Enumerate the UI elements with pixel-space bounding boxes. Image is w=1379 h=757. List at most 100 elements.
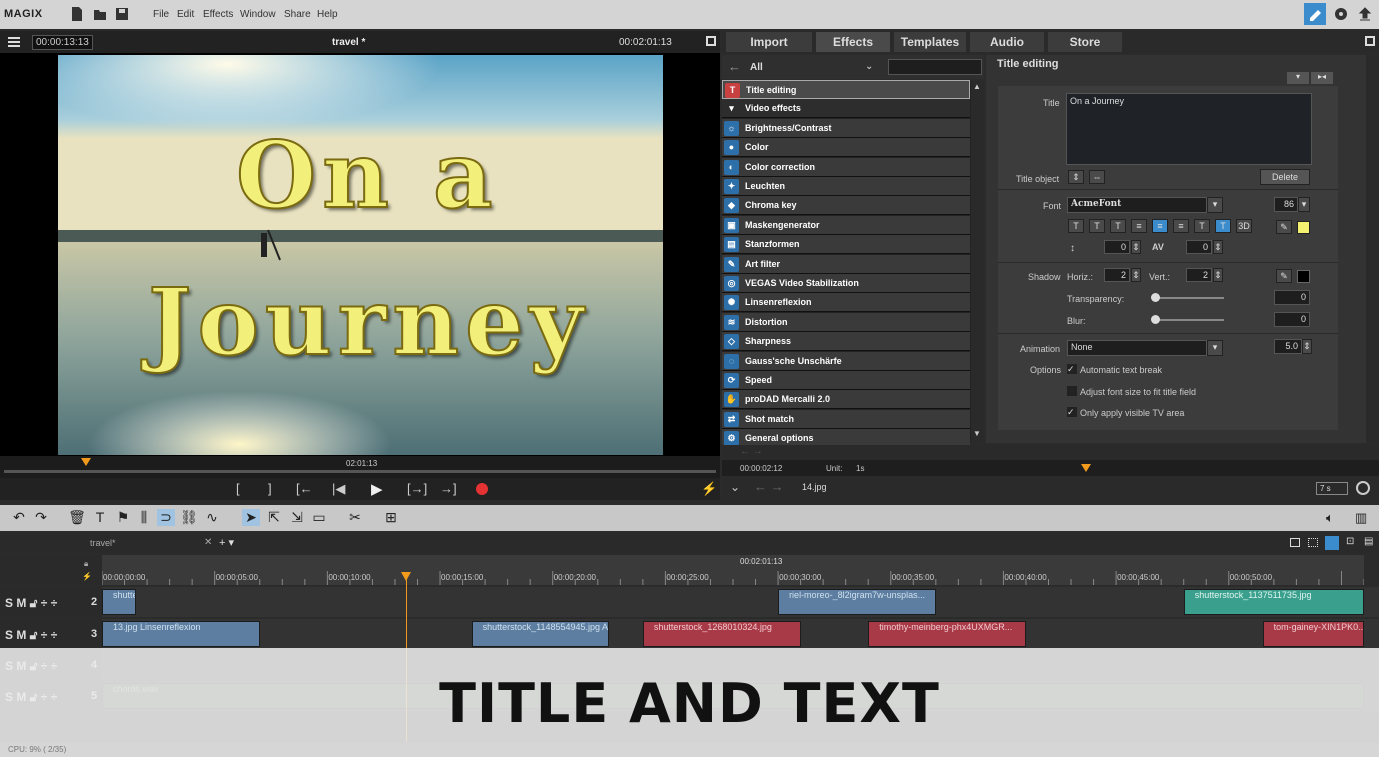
effect-item[interactable]: ◌ Gauss'sche Unschärfe [722, 351, 970, 371]
scrub-track[interactable] [4, 470, 716, 473]
effect-item[interactable]: ▾ Video effects [722, 99, 970, 119]
text-style-button[interactable]: T [1089, 219, 1105, 233]
project-tab[interactable]: travel* [90, 538, 116, 548]
effect-item[interactable]: ▤ Stanzformen [722, 235, 970, 255]
center-vertical-icon[interactable]: ⇕ [1068, 170, 1084, 184]
pointer-group-icon[interactable]: ⇲ [288, 509, 306, 526]
preview-scrubber[interactable]: 02:01:13 [0, 456, 720, 478]
transparency-slider-knob[interactable] [1151, 293, 1160, 302]
scrub-marker[interactable] [81, 458, 91, 466]
chevron-down-icon[interactable]: ⌄ [865, 61, 873, 72]
title-text-input[interactable]: On a Journey [1066, 93, 1312, 165]
effect-item[interactable]: ✎ Art filter [722, 254, 970, 274]
timeline-clip[interactable]: tom-gainey-XIN1PK0... [1262, 621, 1364, 647]
font-size-input[interactable]: 86 [1274, 197, 1298, 212]
timeline-menu-icon[interactable]: ▤ [1364, 536, 1373, 547]
cut-icon[interactable]: ✂ [346, 509, 364, 526]
maximize-panel-icon[interactable] [1365, 36, 1375, 46]
layout-storyboard-icon[interactable]: ⊡ [1346, 536, 1354, 547]
undo-icon[interactable]: ↶ [10, 509, 28, 526]
overlay-title-line2[interactable]: Journey [147, 271, 589, 373]
lightning-icon[interactable]: ⚡ [701, 481, 717, 497]
shadow-eyedropper-icon[interactable]: ✎ [1276, 269, 1292, 283]
effect-item[interactable]: ● Color [722, 138, 970, 158]
split-icon[interactable]: ⫼ [135, 509, 153, 526]
maximize-preview-icon[interactable] [706, 36, 716, 46]
navigation-arrows-icon[interactable]: ← → [754, 479, 784, 494]
eyedropper-icon[interactable]: ✎ [1276, 220, 1292, 234]
hamburger-menu-icon[interactable] [8, 36, 20, 48]
back-arrow-icon[interactable]: ← → [740, 446, 763, 457]
tab-effects[interactable]: Effects [816, 32, 890, 52]
timeline-track[interactable]: S M 🔓︎ ÷ ÷ 3 13.jpg Linsenreflexion shutter… [0, 619, 1379, 649]
duration-field[interactable]: 7 s [1316, 482, 1348, 495]
animation-select[interactable]: None [1067, 340, 1207, 356]
redo-icon[interactable]: ↷ [32, 509, 50, 526]
layout-grid-icon[interactable] [1308, 538, 1318, 547]
animation-duration-stepper[interactable]: ⇕ [1302, 339, 1312, 354]
text-style-button[interactable]: ≡ [1152, 219, 1168, 233]
char-spacing-stepper[interactable]: ⇕ [1213, 240, 1223, 254]
delete-button[interactable]: Delete [1260, 169, 1310, 185]
mark-out-button[interactable]: ] [268, 481, 272, 496]
menu-file[interactable]: File [153, 9, 169, 20]
shadow-horizontal-input[interactable]: 2 [1104, 268, 1130, 282]
text-style-button[interactable]: ≡ [1173, 219, 1189, 233]
marker-icon[interactable]: ⚑ [114, 509, 132, 526]
menu-help[interactable]: Help [317, 9, 338, 20]
font-color-swatch[interactable] [1297, 221, 1310, 234]
timeline-clip[interactable]: shutterst... [102, 589, 136, 615]
timeline-clip[interactable]: shutterstock_1268010324.jpg [642, 621, 801, 647]
effects-search-input[interactable] [888, 59, 982, 75]
shadow-vertical-input[interactable]: 2 [1186, 268, 1212, 282]
text-style-button[interactable]: ≡ [1131, 219, 1147, 233]
volume-icon[interactable]: 🔈︎ [1326, 510, 1334, 526]
new-file-icon[interactable] [70, 6, 86, 22]
menu-share[interactable]: Share [284, 9, 311, 20]
title-panel-scrollbar[interactable] [1366, 55, 1379, 443]
tv-area-checkbox[interactable]: ✓ [1067, 407, 1077, 417]
save-icon[interactable] [115, 6, 131, 22]
auto-text-break-checkbox[interactable]: ✓ [1067, 364, 1077, 374]
blur-slider[interactable] [1152, 319, 1224, 321]
double-chevron-down-icon[interactable]: ⌄ [730, 480, 740, 494]
effect-item[interactable]: ☼ Brightness/Contrast [722, 118, 970, 138]
pointer-multi-icon[interactable]: ⇱ [265, 509, 283, 526]
timeline-clip[interactable]: riel-moreo-_8l2igram7w-unsplas... [778, 589, 936, 615]
track-controls[interactable]: S M 🔓︎ ÷ ÷ [5, 628, 57, 643]
timeline-track[interactable]: S M 🔓︎ ÷ ÷ 2 shutterst... riel-moreo-_8l2ig… [0, 587, 1379, 617]
font-dropdown-icon[interactable]: ▾ [1207, 197, 1223, 213]
animation-dropdown-icon[interactable]: ▾ [1207, 340, 1223, 356]
collapse-icon[interactable]: ▾ [1287, 72, 1309, 84]
timeline-clip[interactable]: 13.jpg Linsenreflexion [102, 621, 260, 647]
preview-timecode[interactable]: 00:00:13:13 [32, 35, 93, 50]
add-tab-icon[interactable]: + ▾ [219, 536, 234, 549]
upload-icon[interactable] [1357, 6, 1373, 22]
overlay-title-line1[interactable]: On a [235, 124, 499, 226]
transparency-input[interactable]: 0 [1274, 290, 1310, 305]
effect-item[interactable]: ◎ VEGAS Video Stabilization [722, 274, 970, 293]
effect-item[interactable]: ✋ proDAD Mercalli 2.0 [722, 390, 970, 410]
lightning-small-icon[interactable]: ⚡ [82, 572, 92, 581]
mixer-icon[interactable]: ▥ [1355, 510, 1367, 526]
title-tool-icon[interactable]: T [91, 509, 109, 525]
font-select[interactable]: AcmeFont [1067, 197, 1207, 213]
effect-item[interactable]: ▣ Maskengenerator [722, 215, 970, 235]
close-tab-icon[interactable]: ✕ [204, 537, 212, 548]
clock-icon[interactable] [1356, 481, 1370, 495]
effect-item[interactable]: ⇄ Shot match [722, 409, 970, 429]
delete-icon[interactable]: 🗑︎ [68, 509, 86, 526]
line-spacing-stepper[interactable]: ⇕ [1131, 240, 1141, 254]
menu-window[interactable]: Window [240, 9, 276, 20]
effect-item[interactable]: ◆ Chroma key [722, 196, 970, 216]
line-spacing-input[interactable]: 0 [1104, 240, 1130, 254]
effect-item[interactable]: T Title editing [722, 80, 970, 99]
tab-import[interactable]: Import [726, 32, 812, 52]
effect-item[interactable]: ✦ Leuchten [722, 177, 970, 196]
playhead-marker[interactable] [401, 572, 412, 581]
scroll-down-icon[interactable]: ▼ [973, 429, 981, 438]
blur-input[interactable]: 0 [1274, 312, 1310, 327]
unlink-icon[interactable]: ∿ [203, 509, 221, 526]
shadow-vertical-stepper[interactable]: ⇕ [1213, 268, 1223, 282]
font-size-dropdown-icon[interactable]: ▾ [1298, 197, 1310, 212]
